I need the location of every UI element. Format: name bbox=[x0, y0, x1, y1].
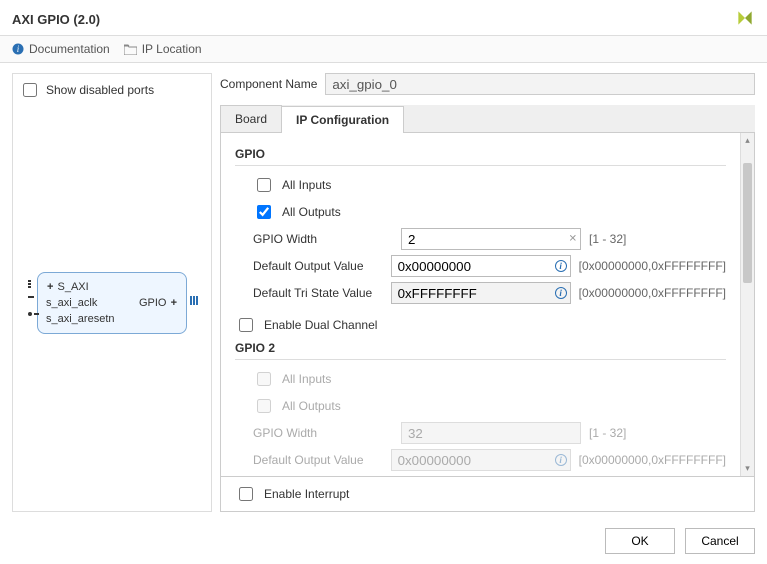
port-aclk: s_axi_aclk bbox=[46, 297, 97, 309]
preview-panel: Show disabled ports + S_AXI s_axi_aclk G… bbox=[12, 73, 212, 512]
toolbar: i Documentation IP Location bbox=[0, 35, 767, 63]
documentation-label: Documentation bbox=[29, 42, 110, 56]
scroll-down-icon[interactable]: ▾ bbox=[741, 463, 754, 474]
ip-location-link[interactable]: IP Location bbox=[124, 42, 202, 56]
clear-icon[interactable]: ✕ bbox=[569, 234, 577, 245]
gpio-dts-range: [0x00000000,0xFFFFFFFF] bbox=[579, 286, 726, 300]
show-disabled-ports-row[interactable]: Show disabled ports bbox=[19, 80, 205, 100]
show-disabled-ports-checkbox[interactable] bbox=[23, 83, 37, 97]
info-icon[interactable]: i bbox=[555, 287, 567, 299]
enable-interrupt-label: Enable Interrupt bbox=[264, 487, 349, 501]
gpio-width-input[interactable] bbox=[401, 228, 581, 250]
cancel-button[interactable]: Cancel bbox=[685, 528, 755, 554]
gpio-all-outputs-checkbox[interactable] bbox=[257, 205, 271, 219]
tab-content: GPIO All Inputs All Outputs GPIO Width bbox=[220, 133, 755, 477]
gpio-dov-input[interactable] bbox=[391, 255, 571, 277]
tab-board[interactable]: Board bbox=[220, 105, 282, 132]
vertical-scrollbar[interactable]: ▴ ▾ bbox=[740, 133, 754, 476]
scroll-up-icon[interactable]: ▴ bbox=[741, 135, 754, 146]
gpio2-all-outputs-label: All Outputs bbox=[282, 399, 341, 413]
component-name-label: Component Name bbox=[220, 77, 317, 91]
component-name-row: Component Name bbox=[220, 73, 755, 95]
ok-button[interactable]: OK bbox=[605, 528, 675, 554]
gpio-dov-range: [0x00000000,0xFFFFFFFF] bbox=[579, 259, 726, 273]
enable-dual-channel-checkbox[interactable] bbox=[239, 318, 253, 332]
dialog-footer: OK Cancel bbox=[0, 518, 767, 564]
tab-ip-configuration[interactable]: IP Configuration bbox=[281, 106, 404, 133]
group-gpio2-heading: GPIO 2 bbox=[235, 341, 726, 355]
gpio2-all-inputs-label: All Inputs bbox=[282, 372, 331, 386]
gpio2-all-inputs-checkbox bbox=[257, 372, 271, 386]
tab-bar: Board IP Configuration bbox=[220, 105, 755, 133]
folder-icon bbox=[124, 44, 137, 55]
gpio-width-label: GPIO Width bbox=[253, 232, 393, 246]
gpio2-all-outputs-checkbox bbox=[257, 399, 271, 413]
dialog-title: AXI GPIO (2.0) bbox=[12, 12, 100, 27]
ip-block[interactable]: + S_AXI s_axi_aclk GPIO + bbox=[37, 272, 187, 334]
gpio2-width-input bbox=[401, 422, 581, 444]
expand-icon[interactable]: + bbox=[46, 281, 54, 293]
expand-icon[interactable]: + bbox=[170, 297, 178, 309]
gpio2-dov-label: Default Output Value bbox=[253, 453, 383, 467]
title-bar: AXI GPIO (2.0) bbox=[0, 0, 767, 35]
below-tabs-row: Enable Interrupt bbox=[220, 477, 755, 512]
gpio2-dov-range: [0x00000000,0xFFFFFFFF] bbox=[579, 453, 726, 467]
port-aresetn: s_axi_aresetn bbox=[46, 313, 115, 325]
info-icon[interactable]: i bbox=[555, 260, 567, 272]
info-icon: i bbox=[12, 43, 24, 55]
port-s-axi: S_AXI bbox=[58, 281, 89, 293]
gpio-width-range: [1 - 32] bbox=[589, 232, 626, 246]
gpio2-dov-input bbox=[391, 449, 571, 471]
info-icon: i bbox=[555, 454, 567, 466]
show-disabled-ports-label: Show disabled ports bbox=[46, 83, 154, 97]
xilinx-logo-icon bbox=[735, 8, 755, 31]
gpio-dov-label: Default Output Value bbox=[253, 259, 383, 273]
gpio2-width-range: [1 - 32] bbox=[589, 426, 626, 440]
gpio-dts-label: Default Tri State Value bbox=[253, 286, 383, 300]
gpio2-width-label: GPIO Width bbox=[253, 426, 393, 440]
dialog-root: AXI GPIO (2.0) i Documentation IP Locati… bbox=[0, 0, 767, 564]
group-gpio-heading: GPIO bbox=[235, 147, 726, 161]
documentation-link[interactable]: i Documentation bbox=[12, 42, 110, 56]
enable-dual-channel-label: Enable Dual Channel bbox=[264, 318, 377, 332]
gpio-all-outputs-label: All Outputs bbox=[282, 205, 341, 219]
component-name-input[interactable] bbox=[325, 73, 755, 95]
gpio-all-inputs-checkbox[interactable] bbox=[257, 178, 271, 192]
ip-location-label: IP Location bbox=[142, 42, 202, 56]
port-gpio: GPIO bbox=[139, 297, 167, 309]
scroll-thumb[interactable] bbox=[743, 163, 752, 283]
dialog-body: Show disabled ports + S_AXI s_axi_aclk G… bbox=[0, 63, 767, 518]
config-panel: Component Name Board IP Configuration GP… bbox=[220, 73, 755, 512]
ip-diagram: + S_AXI s_axi_aclk GPIO + bbox=[19, 100, 205, 505]
gpio-dts-input[interactable] bbox=[391, 282, 571, 304]
enable-interrupt-checkbox[interactable] bbox=[239, 487, 253, 501]
config-scroll-area: GPIO All Inputs All Outputs GPIO Width bbox=[221, 133, 740, 476]
gpio-all-inputs-label: All Inputs bbox=[282, 178, 331, 192]
